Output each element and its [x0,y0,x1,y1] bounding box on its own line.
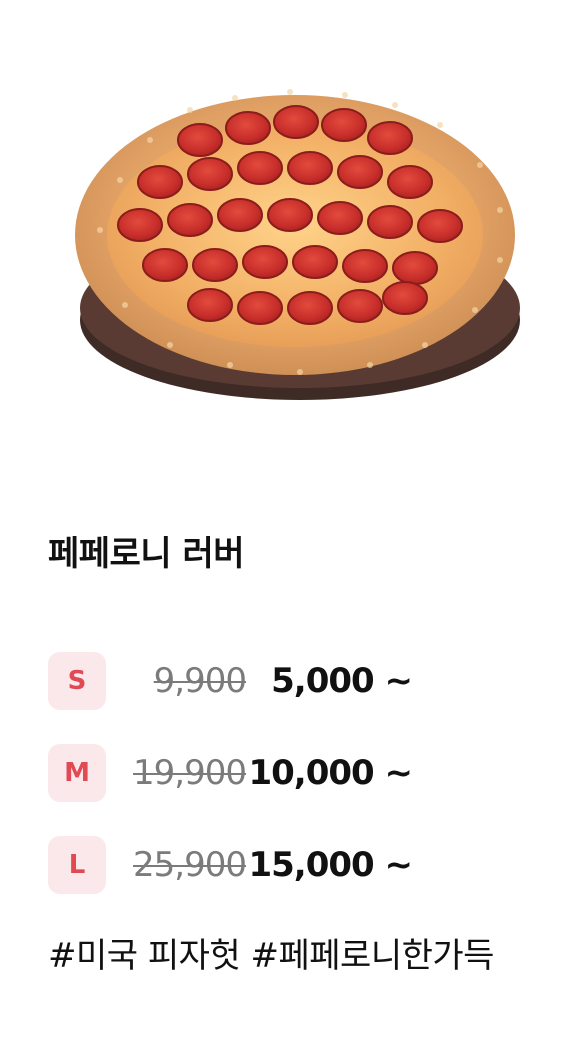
hashtags: #미국 피자헛 #페페로니한가득 [48,936,494,976]
original-price-l: 25,900 [133,845,247,885]
size-badge-m: M [48,744,106,802]
sale-price-s: 5,000 ~ [271,661,413,701]
sale-price-l: 15,000 ~ [248,845,413,885]
size-badge-s: S [48,652,106,710]
sale-price-m: 10,000 ~ [248,753,413,793]
original-price-m: 19,900 [133,753,247,793]
price-row-s: S 9,900 5,000 ~ [48,652,468,712]
price-row-m: M 19,900 10,000 ~ [48,744,468,804]
pepperoni-pizza-image [60,70,530,430]
product-title: 페페로니 러버 [48,534,245,574]
original-price-s: 9,900 [153,661,247,701]
pizza-illustration [75,89,520,400]
size-badge-l: L [48,836,106,894]
price-row-l: L 25,900 15,000 ~ [48,836,468,896]
